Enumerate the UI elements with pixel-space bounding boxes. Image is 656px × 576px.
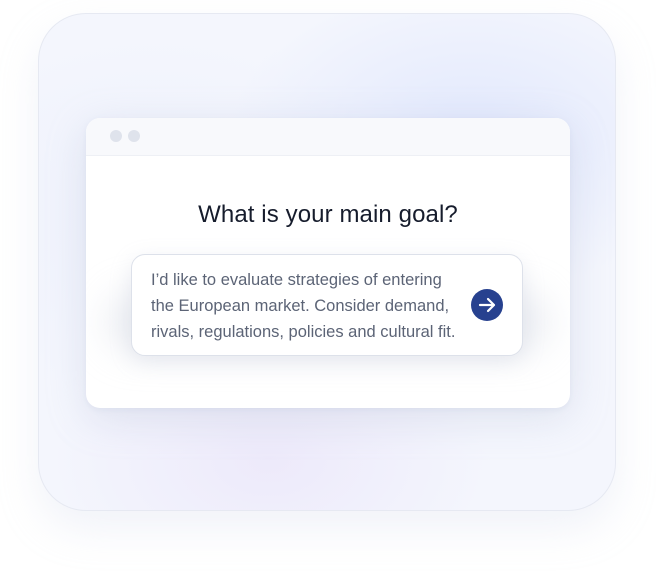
goal-input[interactable]: I’d like to evaluate strategies of enter…: [131, 254, 523, 356]
send-button[interactable]: [471, 289, 503, 321]
window-control-dot[interactable]: [110, 130, 122, 142]
app-window: What is your main goal? I’d like to eval…: [86, 118, 570, 408]
window-title-bar: [86, 118, 570, 156]
canvas: What is your main goal? I’d like to eval…: [0, 0, 656, 576]
arrow-right-icon: [476, 294, 498, 316]
goal-question: What is your main goal?: [198, 201, 458, 228]
goal-input-text[interactable]: I’d like to evaluate strategies of enter…: [151, 267, 473, 345]
window-control-dot[interactable]: [128, 130, 140, 142]
